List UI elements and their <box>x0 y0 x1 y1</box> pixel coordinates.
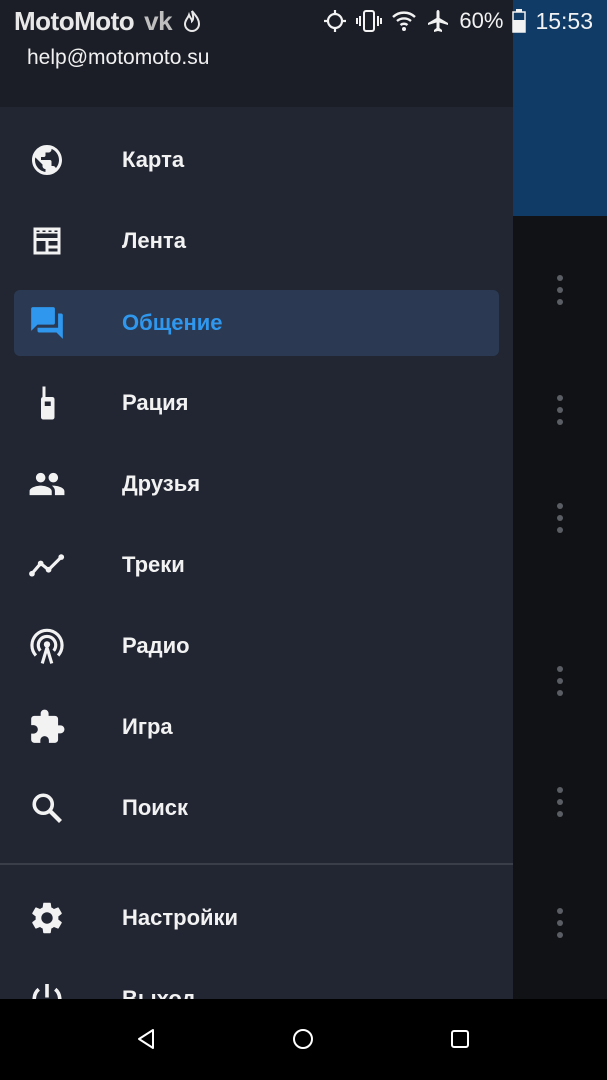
battery-icon <box>512 9 527 33</box>
nav-item-settings[interactable]: Настройки <box>14 885 499 951</box>
nav-item-map[interactable]: Карта <box>14 127 499 193</box>
location-icon <box>324 10 347 32</box>
airplane-icon <box>428 10 449 32</box>
nav-item-logout[interactable]: Выход <box>14 966 499 999</box>
status-indicators: 60% 15:53 <box>323 8 593 35</box>
home-button[interactable] <box>285 1021 321 1057</box>
nav-item-label: Треки <box>122 552 185 577</box>
power-icon <box>27 979 67 999</box>
system-navigation-bar <box>0 999 607 1080</box>
nav-item-walkie-talkie[interactable]: Рация <box>14 370 499 436</box>
status-bar: MotoMoto vk 60% 15:53 <box>0 0 607 42</box>
nav-item-feed[interactable]: Лента <box>14 208 499 274</box>
overflow-menu-icon[interactable] <box>554 666 566 696</box>
nav-item-tracks[interactable]: Треки <box>14 532 499 598</box>
people-icon <box>27 464 67 504</box>
nav-item-label: Радио <box>122 633 190 658</box>
globe-icon <box>27 140 67 180</box>
puzzle-icon <box>27 707 67 747</box>
nav-item-label: Настройки <box>122 905 239 930</box>
nav-item-friends[interactable]: Друзья <box>14 451 499 517</box>
nav-item-label: Общение <box>122 310 223 335</box>
account-email: help@motomoto.su <box>27 46 210 69</box>
forum-icon <box>27 303 67 343</box>
nav-item-label: Лента <box>122 228 186 253</box>
nav-item-game[interactable]: Игра <box>14 694 499 760</box>
radio-tower-icon <box>27 626 67 666</box>
newspaper-icon <box>27 221 67 261</box>
walkie-talkie-icon <box>27 383 67 423</box>
overflow-menu-icon[interactable] <box>554 395 566 425</box>
overflow-menu-icon[interactable] <box>554 787 566 817</box>
vk-notification-icon: vk <box>144 5 173 36</box>
timeline-icon <box>27 545 67 585</box>
nav-item-label: Игра <box>122 714 173 739</box>
battery-percent: 60% <box>459 8 504 33</box>
nav-item-chat[interactable]: Общение <box>14 290 499 356</box>
nav-item-search[interactable]: Поиск <box>14 775 499 841</box>
nav-item-radio[interactable]: Радио <box>14 613 499 679</box>
notification-app-name: MotoMoto <box>14 5 135 36</box>
recents-button[interactable] <box>442 1021 478 1057</box>
drawer-divider <box>0 863 513 865</box>
clock: 15:53 <box>535 7 593 34</box>
overflow-menu-icon[interactable] <box>554 275 566 305</box>
nav-item-label: Рация <box>122 390 189 415</box>
gear-icon <box>27 898 67 938</box>
search-icon <box>27 788 67 828</box>
wifi-icon <box>392 11 417 31</box>
nav-item-label: Друзья <box>122 471 201 496</box>
status-notifications: MotoMoto vk <box>14 6 202 37</box>
home-icon <box>293 1029 313 1049</box>
nav-item-label: Поиск <box>122 795 189 820</box>
nav-item-label: Карта <box>122 147 185 172</box>
nav-item-label: Выход <box>122 986 196 999</box>
overflow-menu-icon[interactable] <box>554 908 566 938</box>
fire-notification-icon <box>184 10 201 32</box>
overflow-menu-icon[interactable] <box>554 503 566 533</box>
vibrate-icon <box>356 10 383 32</box>
navigation-drawer: help@motomoto.su Карта Лента Общение Рац… <box>0 0 513 999</box>
back-button[interactable] <box>128 1021 164 1057</box>
recents-icon <box>451 1030 469 1048</box>
back-icon <box>138 1029 154 1049</box>
